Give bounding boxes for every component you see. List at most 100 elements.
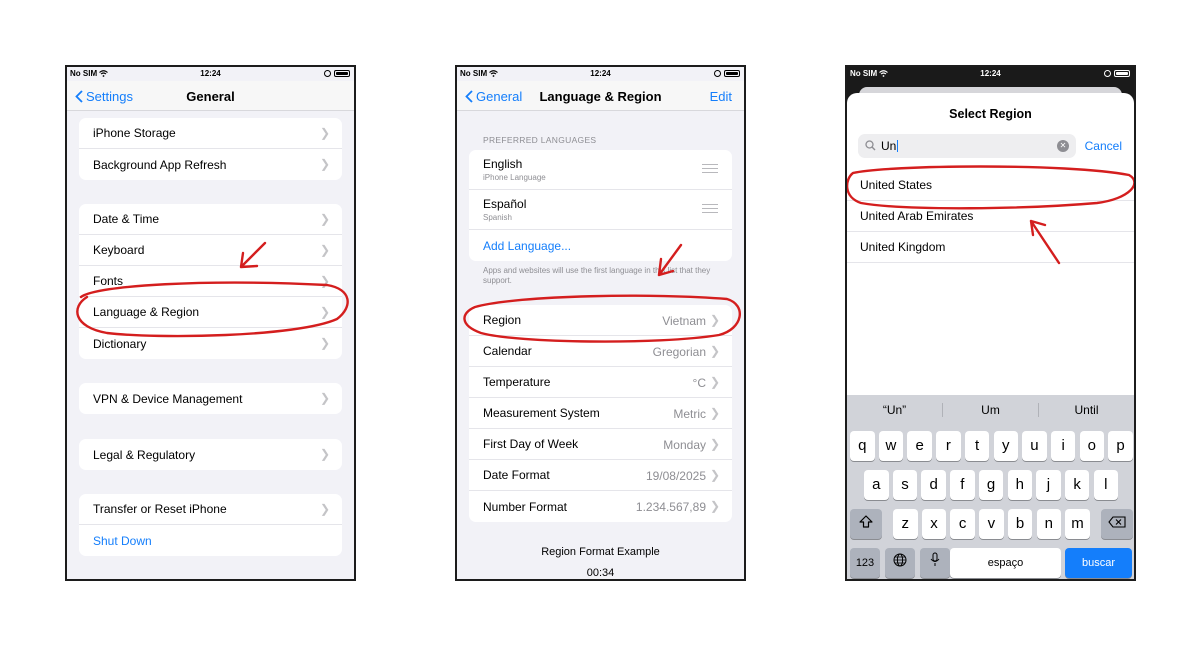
battery-icon xyxy=(724,70,740,77)
key-s[interactable]: s xyxy=(892,470,918,500)
key-o[interactable]: o xyxy=(1079,431,1105,461)
vpn-group: VPN & Device Management ❯ xyxy=(79,383,342,414)
key-f[interactable]: f xyxy=(950,470,975,500)
suggestion-bar: “Un” Um Until xyxy=(847,395,1134,425)
result-united-arab-emirates[interactable]: United Arab Emirates xyxy=(847,201,1134,232)
microphone-icon xyxy=(930,552,940,566)
search-go-key[interactable]: buscar xyxy=(1065,548,1132,578)
key-q[interactable]: q xyxy=(850,431,875,461)
key-x[interactable]: x xyxy=(921,509,947,539)
key-p[interactable]: p xyxy=(1108,431,1133,461)
key-n[interactable]: n xyxy=(1036,509,1061,539)
key-h[interactable]: h xyxy=(1007,470,1032,500)
chevron-right-icon: ❯ xyxy=(709,344,720,358)
key-b[interactable]: b xyxy=(1007,509,1033,539)
row-keyboard[interactable]: Keyboard ❯ xyxy=(79,235,342,266)
key-u[interactable]: u xyxy=(1022,431,1047,461)
reset-group: Transfer or Reset iPhone ❯ Shut Down xyxy=(79,494,342,556)
row-legal-regulatory[interactable]: Legal & Regulatory ❯ xyxy=(79,439,342,470)
row-first-day-of-week[interactable]: First Day of Week Monday ❯ xyxy=(469,429,732,460)
row-vpn-device-management[interactable]: VPN & Device Management ❯ xyxy=(79,383,342,414)
chevron-right-icon: ❯ xyxy=(709,375,720,389)
key-d[interactable]: d xyxy=(921,470,946,500)
region-format-example-title: Region Format Example xyxy=(541,546,660,558)
nav-bar: General Language & Region Edit xyxy=(457,81,744,111)
space-key[interactable]: espaço xyxy=(950,548,1061,578)
key-t[interactable]: t xyxy=(964,431,990,461)
orientation-lock-icon xyxy=(714,70,721,77)
legal-group: Legal & Regulatory ❯ xyxy=(79,439,342,470)
language-region-screenshot: No SIM 12:24 General Language & Region E… xyxy=(455,65,746,581)
row-fonts[interactable]: Fonts ❯ xyxy=(79,266,342,297)
row-region[interactable]: Region Vietnam ❯ xyxy=(469,305,732,336)
globe-key[interactable] xyxy=(885,548,915,578)
cancel-button[interactable]: Cancel xyxy=(1085,139,1122,153)
numbers-key[interactable]: 123 xyxy=(850,548,880,578)
row-date-time[interactable]: Date & Time ❯ xyxy=(79,204,342,235)
key-l[interactable]: l xyxy=(1093,470,1119,500)
status-time: 12:24 xyxy=(980,69,1001,78)
result-united-kingdom[interactable]: United Kingdom xyxy=(847,232,1134,263)
row-transfer-reset[interactable]: Transfer or Reset iPhone ❯ xyxy=(79,494,342,525)
dictation-key[interactable] xyxy=(920,548,950,578)
key-z[interactable]: z xyxy=(893,509,918,539)
row-iphone-storage[interactable]: iPhone Storage ❯ xyxy=(79,118,342,149)
row-temperature[interactable]: Temperature °C ❯ xyxy=(469,367,732,398)
region-format-group: Region Vietnam ❯ Calendar Gregorian ❯ Temper… xyxy=(469,305,732,522)
key-k[interactable]: k xyxy=(1064,470,1090,500)
suggestion-2[interactable]: Um xyxy=(943,395,1038,425)
result-united-states[interactable]: United States xyxy=(847,170,1134,201)
key-g[interactable]: g xyxy=(978,470,1004,500)
chevron-right-icon: ❯ xyxy=(709,406,720,420)
key-j[interactable]: j xyxy=(1036,470,1061,500)
orientation-lock-icon xyxy=(1104,70,1111,77)
search-icon xyxy=(865,140,876,151)
language-row-english[interactable]: English iPhone Language xyxy=(469,150,732,190)
battery-icon xyxy=(1114,70,1130,77)
key-c[interactable]: c xyxy=(950,509,975,539)
input-group: Date & Time ❯ Keyboard ❯ Fonts ❯ Language &… xyxy=(79,204,342,359)
row-background-app-refresh[interactable]: Background App Refresh ❯ xyxy=(79,149,342,180)
suggestion-3[interactable]: Until xyxy=(1039,395,1134,425)
battery-icon xyxy=(334,70,350,77)
shut-down-button[interactable]: Shut Down xyxy=(79,525,342,556)
edit-button[interactable]: Edit xyxy=(710,89,732,104)
sheet-title: Select Region xyxy=(949,107,1032,121)
key-v[interactable]: v xyxy=(979,509,1004,539)
add-language-button[interactable]: Add Language... xyxy=(469,230,732,261)
row-measurement-system[interactable]: Measurement System Metric ❯ xyxy=(469,398,732,429)
status-time: 12:24 xyxy=(590,69,611,78)
key-y[interactable]: y xyxy=(993,431,1018,461)
chevron-right-icon: ❯ xyxy=(319,447,330,461)
row-calendar[interactable]: Calendar Gregorian ❯ xyxy=(469,336,732,367)
general-settings-screenshot: No SIM 12:24 Settings General iPhone Sto… xyxy=(65,65,356,581)
status-bar: No SIM 12:24 xyxy=(457,67,744,81)
shift-key[interactable] xyxy=(850,509,882,539)
search-value: Un xyxy=(881,139,897,153)
preferred-languages-header: PREFERRED LANGUAGES xyxy=(483,135,597,145)
chevron-right-icon: ❯ xyxy=(709,313,720,327)
row-date-format[interactable]: Date Format 19/08/2025 ❯ xyxy=(469,460,732,491)
page-title: General xyxy=(186,89,235,104)
region-search-input[interactable]: Un ✕ xyxy=(858,134,1076,158)
chevron-right-icon: ❯ xyxy=(319,391,330,405)
row-number-format[interactable]: Number Format 1.234.567,89 ❯ xyxy=(469,491,732,522)
chevron-right-icon: ❯ xyxy=(319,243,330,257)
key-m[interactable]: m xyxy=(1065,509,1090,539)
row-language-region[interactable]: Language & Region ❯ xyxy=(79,297,342,328)
chevron-right-icon: ❯ xyxy=(709,468,720,482)
reorder-handle-icon xyxy=(702,164,718,176)
key-i[interactable]: i xyxy=(1050,431,1076,461)
text-caret xyxy=(897,140,899,152)
delete-key[interactable] xyxy=(1101,509,1133,539)
key-w[interactable]: w xyxy=(878,431,904,461)
key-a[interactable]: a xyxy=(864,470,889,500)
nav-bar: Settings General xyxy=(67,81,354,111)
key-r[interactable]: r xyxy=(936,431,961,461)
key-e[interactable]: e xyxy=(907,431,932,461)
suggestion-1[interactable]: “Un” xyxy=(847,395,942,425)
clear-search-icon[interactable]: ✕ xyxy=(1057,140,1069,152)
region-format-example-time: 00:34 xyxy=(586,567,615,579)
language-row-espanol[interactable]: Español Spanish xyxy=(469,190,732,230)
row-dictionary[interactable]: Dictionary ❯ xyxy=(79,328,342,359)
